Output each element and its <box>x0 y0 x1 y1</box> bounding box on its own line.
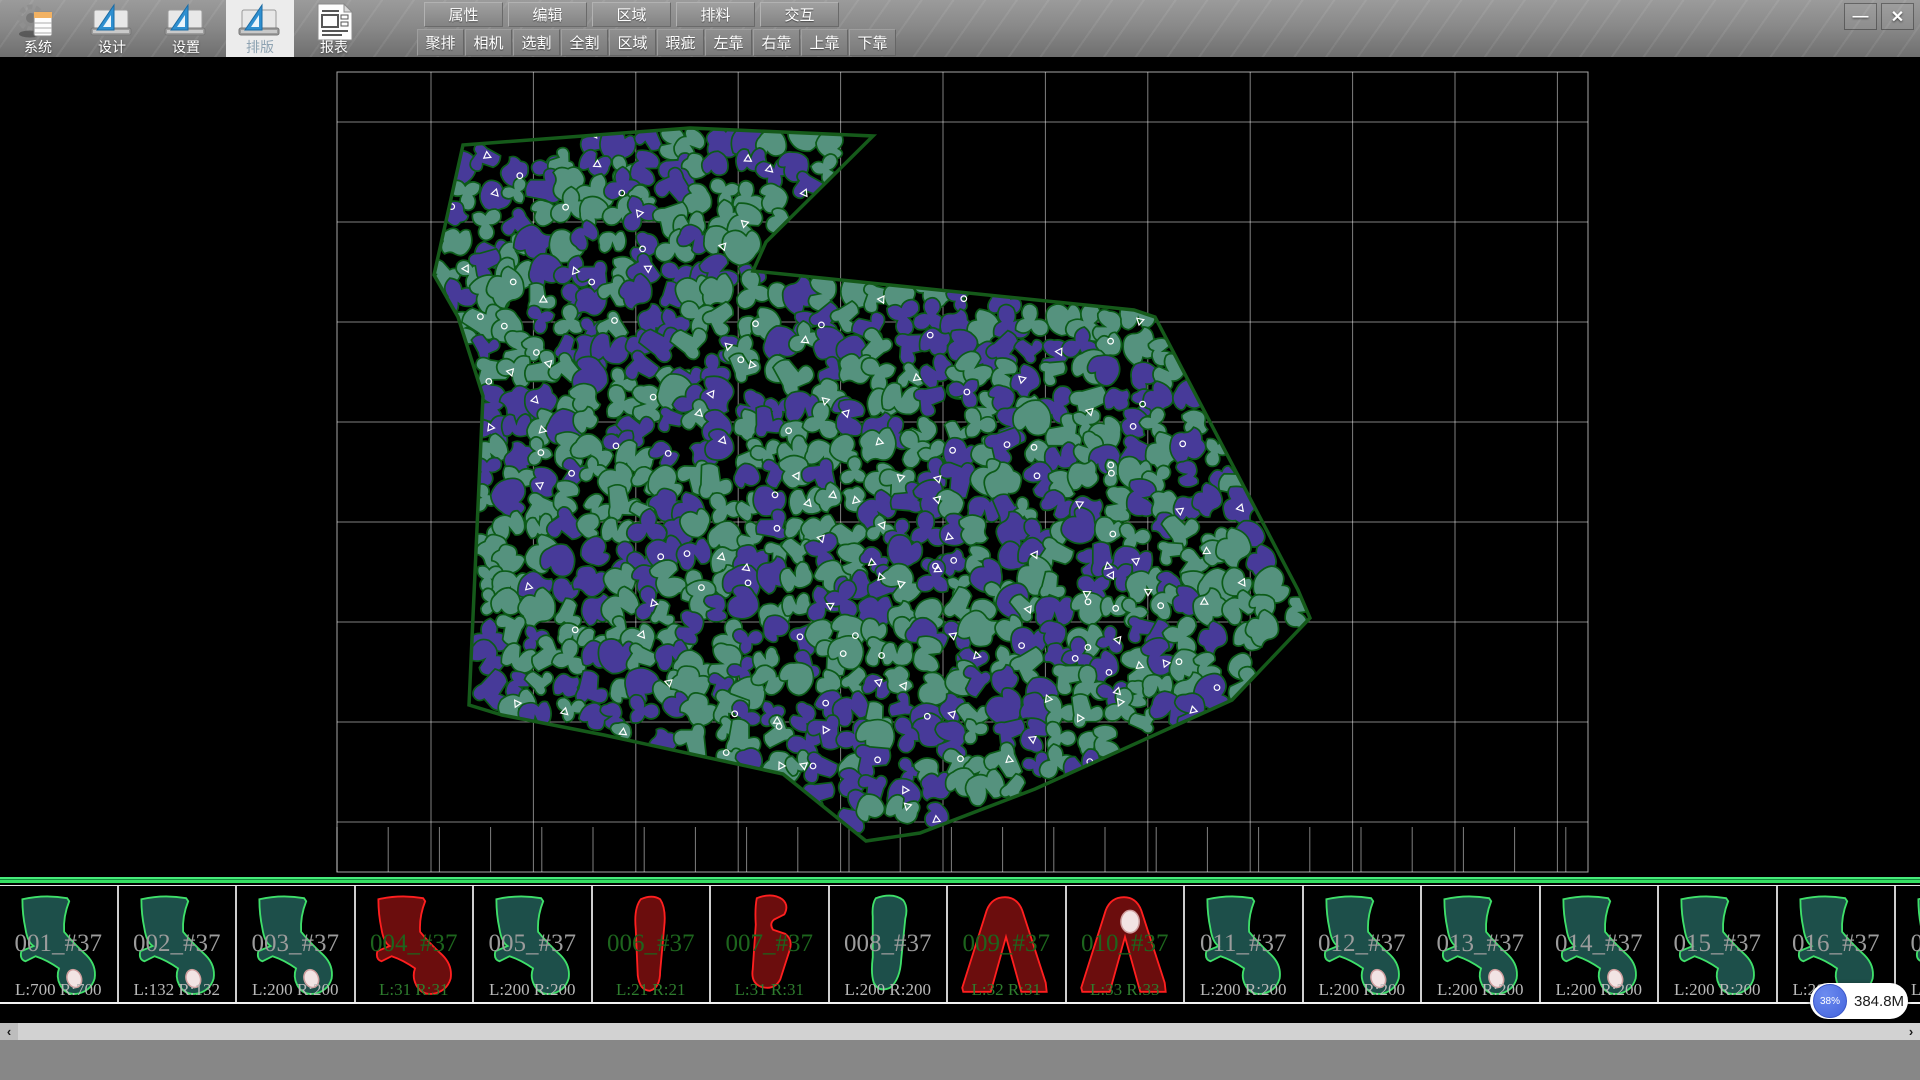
piece-shape <box>1304 886 1420 1002</box>
piece-thumbnail-9[interactable]: 009_#37L:32 R:31 <box>948 886 1067 1002</box>
menu-button-3[interactable]: 区域 <box>592 2 671 27</box>
piece-thumbnail-11[interactable]: 011_#37L:200 R:200 <box>1185 886 1304 1002</box>
piece-thumbnail-15[interactable]: 015_#37L:200 R:200 <box>1659 886 1778 1002</box>
piece-thumbnail-strip: 001_#37L:700 R:700 002_#37L:132 R:132 00… <box>0 885 1920 1004</box>
app-tab-label: 系统 <box>24 40 52 55</box>
piece-thumbnail-14[interactable]: 014_#37L:200 R:200 <box>1541 886 1660 1002</box>
piece-thumbnail-5[interactable]: 005_#37L:200 R:200 <box>474 886 593 1002</box>
piece-thumbnail-7[interactable]: 007_#37L:31 R:31 <box>711 886 830 1002</box>
piece-shape <box>711 886 827 1002</box>
app-window: { "window": {"minimize_label":"—","close… <box>0 0 1920 1080</box>
tool-row: 聚排相机选割全割区域瑕疵左靠右靠上靠下靠 <box>417 29 897 56</box>
piece-shape <box>474 886 590 1002</box>
settings-icon <box>163 3 209 40</box>
titlebar: 系统 设计 设置 排版 报表 属性编辑区域排料交互 聚排相机选割全割区域瑕疵左靠… <box>0 0 1920 57</box>
memory-status-pill: 38% 384.8M <box>1810 983 1908 1019</box>
piece-shape <box>1067 886 1183 1002</box>
piece-shape <box>356 886 472 1002</box>
tool-button-5[interactable]: 区域 <box>609 29 656 56</box>
piece-thumbnail-17[interactable]: 017_#37L:200 R:200 <box>1896 886 1920 1002</box>
app-tab-1[interactable]: 系统 <box>4 0 72 57</box>
report-icon <box>312 3 356 40</box>
tool-button-1[interactable]: 聚排 <box>417 29 464 56</box>
app-tab-bar: 系统 设计 设置 排版 报表 <box>4 0 374 57</box>
tool-button-6[interactable]: 瑕疵 <box>657 29 704 56</box>
app-tab-label: 排版 <box>246 40 274 55</box>
piece-thumbnail-1[interactable]: 001_#37L:700 R:700 <box>0 886 119 1002</box>
piece-shape <box>1541 886 1657 1002</box>
menu-row: 属性编辑区域排料交互 <box>424 2 844 27</box>
app-tab-label: 报表 <box>320 40 348 55</box>
menu-button-2[interactable]: 编辑 <box>508 2 587 27</box>
piece-thumbnail-3[interactable]: 003_#37L:200 R:200 <box>237 886 356 1002</box>
piece-shape <box>830 886 946 1002</box>
piece-thumbnail-10[interactable]: 010_#37L:33 R:33 <box>1067 886 1186 1002</box>
tool-button-8[interactable]: 右靠 <box>753 29 800 56</box>
app-tab-5[interactable]: 报表 <box>300 0 368 57</box>
close-button[interactable]: ✕ <box>1881 3 1914 30</box>
memory-percent-badge: 38% <box>1813 984 1847 1018</box>
piece-shape <box>237 886 353 1002</box>
app-tab-label: 设计 <box>98 40 126 55</box>
tool-button-9[interactable]: 上靠 <box>801 29 848 56</box>
scroll-right-button[interactable]: › <box>1902 1023 1920 1040</box>
piece-shape <box>119 886 235 1002</box>
layout-icon <box>237 3 283 40</box>
menu-button-1[interactable]: 属性 <box>424 2 503 27</box>
design-icon <box>89 3 135 40</box>
strip-separator-line <box>0 875 1920 885</box>
bottom-gap <box>0 1004 1920 1023</box>
piece-thumbnail-8[interactable]: 008_#37L:200 R:200 <box>830 886 949 1002</box>
piece-shape <box>0 886 116 1002</box>
piece-thumbnail-4[interactable]: 004_#37L:31 R:31 <box>356 886 475 1002</box>
memory-usage-label: 384.8M <box>1854 993 1904 1010</box>
window-controls: — ✕ <box>1844 3 1914 30</box>
piece-thumbnail-12[interactable]: 012_#37L:200 R:200 <box>1304 886 1423 1002</box>
app-tab-label: 设置 <box>172 40 200 55</box>
nesting-canvas[interactable] <box>0 57 1920 875</box>
horizontal-scrollbar[interactable]: ‹ › <box>0 1023 1920 1040</box>
tool-button-2[interactable]: 相机 <box>465 29 512 56</box>
piece-shape <box>1422 886 1538 1002</box>
scroll-left-button[interactable]: ‹ <box>0 1023 18 1040</box>
minimize-button[interactable]: — <box>1844 3 1877 30</box>
piece-shape <box>948 886 1064 1002</box>
menu-button-4[interactable]: 排料 <box>676 2 755 27</box>
piece-shape <box>1896 886 1920 1002</box>
menu-button-5[interactable]: 交互 <box>760 2 839 27</box>
app-tab-2[interactable]: 设计 <box>78 0 146 57</box>
tool-button-4[interactable]: 全割 <box>561 29 608 56</box>
app-tab-4[interactable]: 排版 <box>226 0 294 57</box>
tool-button-10[interactable]: 下靠 <box>849 29 896 56</box>
tool-button-3[interactable]: 选割 <box>513 29 560 56</box>
piece-shape <box>1659 886 1775 1002</box>
piece-thumbnail-6[interactable]: 006_#37L:21 R:21 <box>593 886 712 1002</box>
piece-shape <box>593 886 709 1002</box>
piece-shape <box>1185 886 1301 1002</box>
system-icon <box>16 3 60 40</box>
tool-button-7[interactable]: 左靠 <box>705 29 752 56</box>
piece-thumbnail-13[interactable]: 013_#37L:200 R:200 <box>1422 886 1541 1002</box>
app-tab-3[interactable]: 设置 <box>152 0 220 57</box>
piece-thumbnail-2[interactable]: 002_#37L:132 R:132 <box>119 886 238 1002</box>
status-bar <box>0 1040 1920 1080</box>
